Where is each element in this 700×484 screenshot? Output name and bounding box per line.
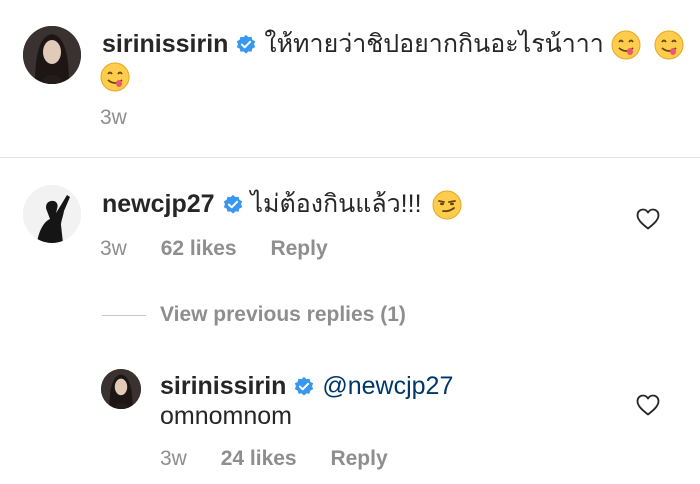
savoring-face-emoji: [611, 30, 641, 60]
avatar[interactable]: [23, 26, 81, 84]
avatar[interactable]: [23, 185, 81, 243]
post-caption: sirinissirin ให้ทายว่าชิปอยากกินอะไรน้าา…: [0, 0, 700, 157]
comment-meta: 3w 62 likes Reply: [100, 237, 356, 261]
avatar-image: [101, 369, 141, 409]
comment-likes[interactable]: 62 likes: [161, 237, 237, 260]
avatar[interactable]: [101, 369, 141, 409]
caption-time: 3w: [100, 106, 127, 129]
comment-time: 3w: [100, 237, 127, 260]
comment-text: ไม่ต้องกินแล้ว!!!: [250, 190, 422, 218]
mention-link[interactable]: @newcjp27: [322, 372, 453, 400]
reply-button[interactable]: Reply: [270, 237, 327, 260]
verified-badge-icon: [223, 195, 242, 215]
view-previous-replies-button[interactable]: View previous replies (1): [102, 300, 406, 330]
verified-badge-icon: [237, 35, 256, 55]
smirking-face-emoji: [432, 190, 462, 220]
avatar-image: [23, 26, 81, 84]
caption-username[interactable]: sirinissirin: [102, 30, 228, 58]
avatar-image: [23, 185, 81, 243]
divider: [0, 157, 700, 158]
reply-time: 3w: [160, 447, 187, 470]
comment-username[interactable]: newcjp27: [102, 190, 215, 218]
reply-text: omnomnom: [160, 402, 292, 430]
reply-button[interactable]: Reply: [330, 447, 387, 470]
caption-text-line-1: sirinissirin ให้ทายว่าชิปอยากกินอะไรน้าา…: [102, 26, 684, 62]
view-replies-label: View previous replies (1): [160, 303, 406, 326]
caption-meta: 3w: [100, 106, 155, 130]
heart-icon[interactable]: [636, 208, 660, 230]
comment-text-line: newcjp27 ไม่ต้องกินแล้ว!!!: [102, 186, 462, 222]
reply-text-line-2: omnomnom: [160, 398, 292, 434]
reply-meta: 3w 24 likes Reply: [160, 447, 416, 471]
replies-divider-line: [102, 314, 146, 316]
savoring-face-emoji: [654, 30, 684, 60]
reply-username[interactable]: sirinissirin: [160, 372, 286, 400]
reply-likes[interactable]: 24 likes: [221, 447, 297, 470]
caption-text-line-2: [100, 58, 130, 94]
verified-badge-icon: [295, 377, 314, 397]
savoring-face-emoji: [100, 62, 130, 92]
caption-text: ให้ทายว่าชิปอยากกินอะไรน้าาา: [264, 30, 604, 58]
heart-icon[interactable]: [636, 394, 660, 416]
